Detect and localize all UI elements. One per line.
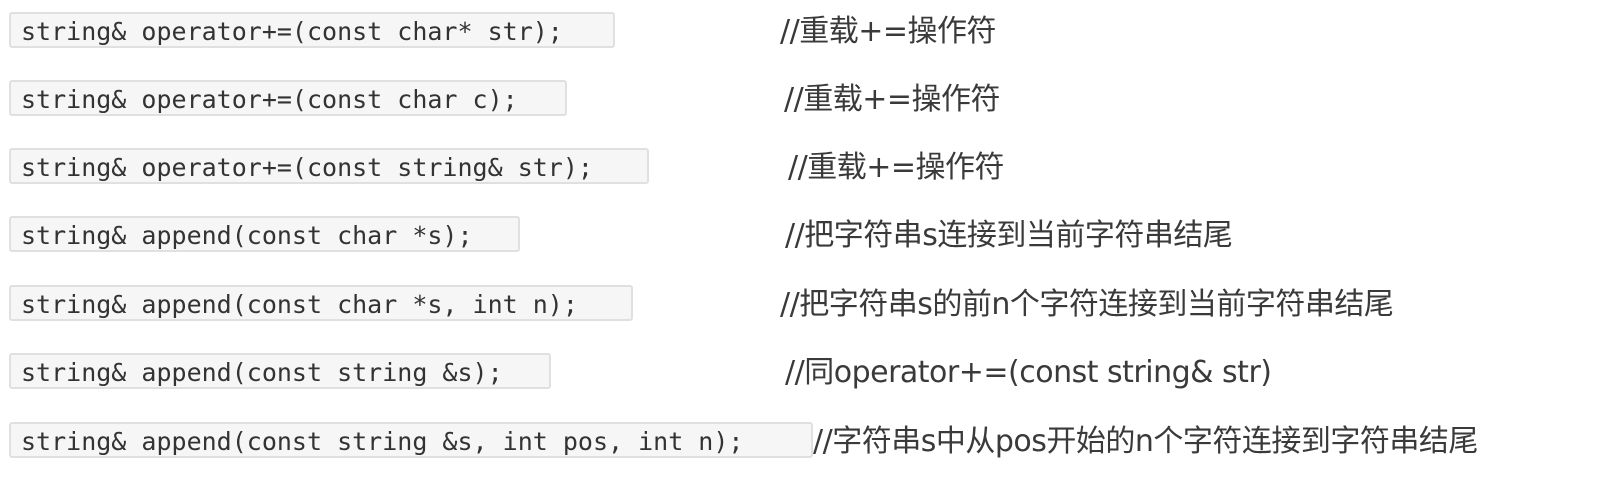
code-comment: //重载+=操作符 (788, 150, 1005, 185)
list-item: string& append(const string &s, int pos,… (0, 422, 1601, 462)
code-comment: //字符串s中从pos开始的n个字符连接到字符串结尾 (813, 424, 1478, 459)
list-item: string& append(const string &s); //同oper… (0, 353, 1601, 393)
code-comment: //同operator+=(const string& str) (785, 355, 1272, 390)
list-item: string& operator+=(const char* str); //重… (0, 12, 1601, 52)
code-snippet: string& append(const string &s); (9, 353, 551, 389)
code-snippet: string& operator+=(const char* str); (9, 12, 615, 48)
code-comment: //把字符串s连接到当前字符串结尾 (785, 218, 1233, 253)
code-snippet: string& operator+=(const char c); (9, 80, 567, 116)
code-snippet: string& append(const char *s); (9, 216, 520, 252)
code-comment: //把字符串s的前n个字符连接到当前字符串结尾 (780, 287, 1394, 322)
list-item: string& operator+=(const string& str); /… (0, 148, 1601, 188)
code-snippet: string& operator+=(const string& str); (9, 148, 649, 184)
code-snippet: string& append(const string &s, int pos,… (9, 422, 813, 458)
code-comment: //重载+=操作符 (784, 82, 1001, 117)
list-item: string& append(const char *s); //把字符串s连接… (0, 216, 1601, 256)
list-item: string& append(const char *s, int n); //… (0, 285, 1601, 325)
code-snippet: string& append(const char *s, int n); (9, 285, 633, 321)
list-item: string& operator+=(const char c); //重载+=… (0, 80, 1601, 120)
code-comment: //重载+=操作符 (780, 14, 997, 49)
code-reference-list: string& operator+=(const char* str); //重… (0, 0, 1601, 477)
